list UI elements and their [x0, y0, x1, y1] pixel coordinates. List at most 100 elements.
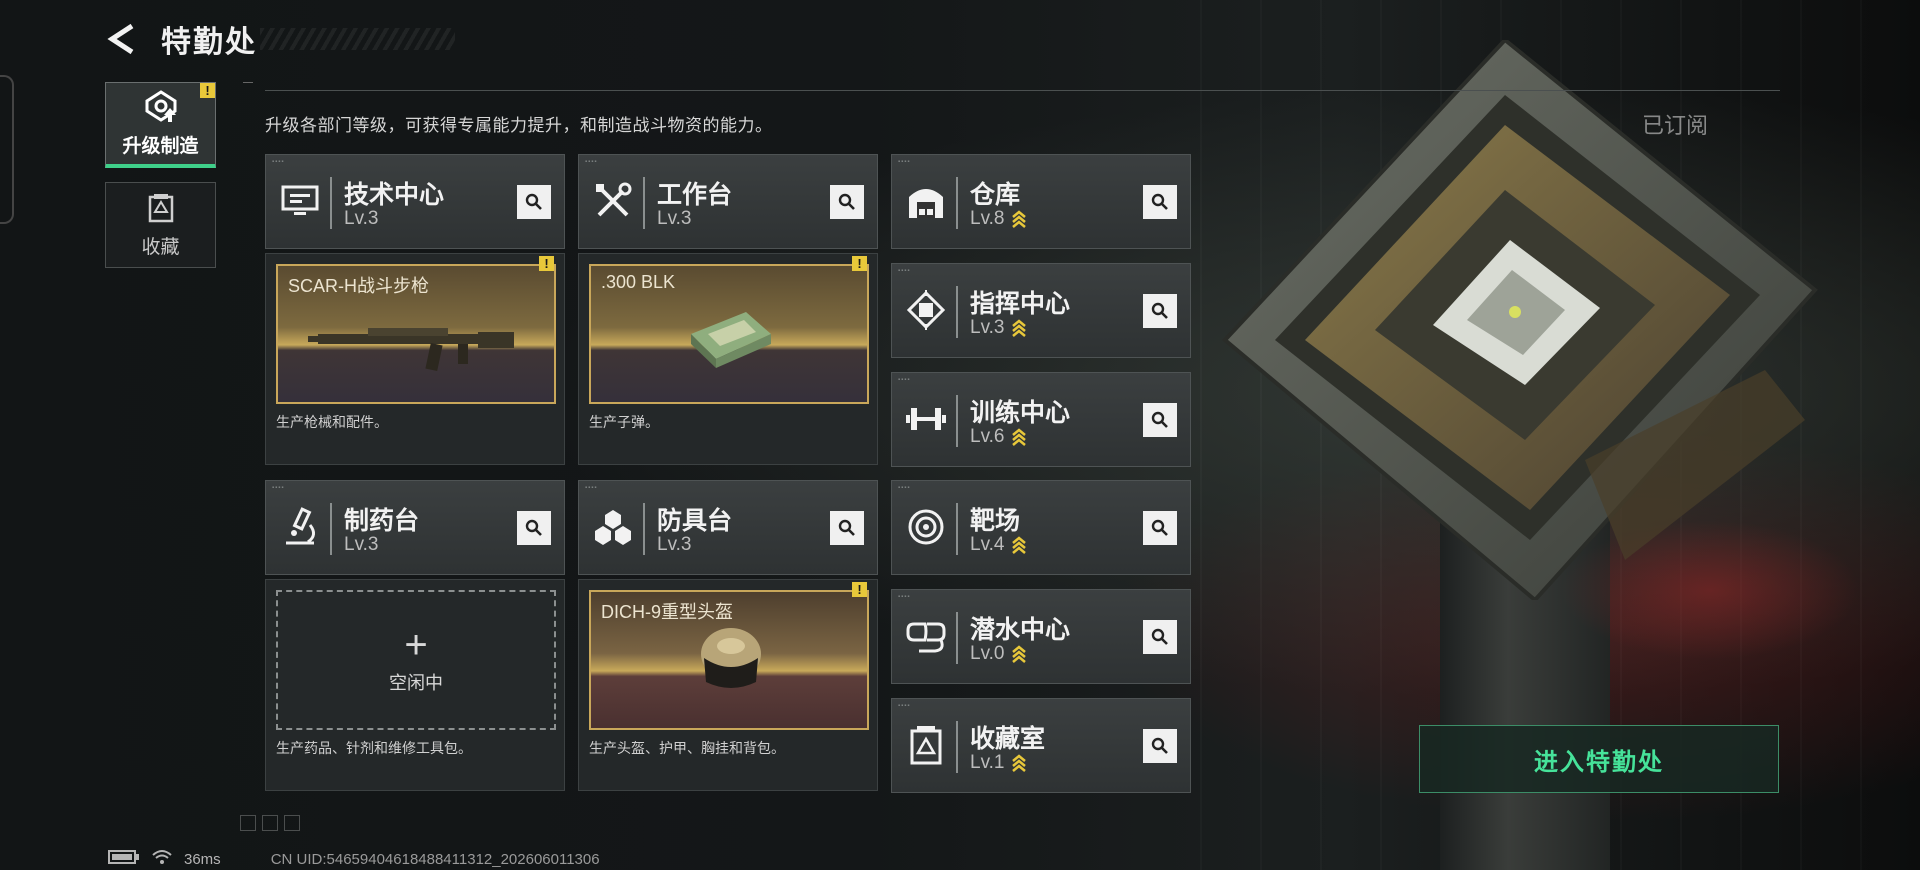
- dept-level: Lv.3: [344, 208, 379, 229]
- production-slot[interactable]: SCAR-H战斗步枪: [276, 264, 556, 404]
- dept-card-armor-bench[interactable]: ▪▪▪▪ 防具台 Lv.3: [578, 480, 878, 575]
- dept-level: Lv.8: [970, 208, 1027, 230]
- production-panel-pharmacy[interactable]: + 空闲中 生产药品、针剂和维修工具包。: [265, 579, 565, 791]
- dept-level: Lv.3: [970, 317, 1027, 339]
- search-button[interactable]: [1143, 294, 1177, 328]
- corner-mark: ▪▪▪▪: [272, 485, 285, 491]
- dept-card-pharmacy[interactable]: ▪▪▪▪ 制药台 Lv.3: [265, 480, 565, 575]
- search-icon: [1151, 519, 1168, 536]
- upgrade-chevron-icon: [1011, 536, 1026, 554]
- edge-handle[interactable]: [0, 75, 14, 224]
- dept-card-workbench[interactable]: ▪▪▪▪ 工作台 Lv.3: [578, 154, 878, 249]
- search-button[interactable]: [830, 511, 864, 545]
- dept-level: Lv.6: [970, 426, 1027, 448]
- side-tab-label: 升级制造: [122, 136, 199, 157]
- enter-hq-button[interactable]: 进入特勤处: [1419, 725, 1779, 793]
- subscribed-label: 已订阅: [1642, 113, 1709, 138]
- tools-icon: [591, 179, 635, 223]
- production-panel-workbench[interactable]: .300 BLK ! 生产子弹。: [578, 253, 878, 465]
- idle-production-slot[interactable]: + 空闲中: [276, 590, 556, 730]
- production-slot[interactable]: .300 BLK: [589, 264, 869, 404]
- upgrade-chevron-icon: [1011, 319, 1026, 337]
- dept-name: 指挥中心: [970, 290, 1071, 318]
- search-button[interactable]: [1143, 729, 1177, 763]
- dept-level: Lv.3: [657, 534, 692, 555]
- level-text: Lv.4: [970, 534, 1005, 555]
- production-slot[interactable]: DICH-9重型头盔: [589, 590, 869, 730]
- wifi-icon: [152, 849, 172, 869]
- search-icon: [838, 519, 855, 536]
- search-button[interactable]: [517, 511, 551, 545]
- rule-tick: [243, 82, 253, 83]
- dept-card-shooting-range[interactable]: ▪▪▪▪ 靶场 Lv.4: [891, 480, 1191, 575]
- warning-badge: !: [852, 256, 867, 271]
- production-item-name: .300 BLK: [601, 272, 676, 292]
- level-text: Lv.0: [970, 643, 1005, 664]
- search-button[interactable]: [517, 185, 551, 219]
- corner-mark: ▪▪▪▪: [898, 485, 911, 491]
- production-description: 生产头盔、护甲、胸挂和背包。: [589, 740, 785, 756]
- separator: [956, 286, 958, 338]
- corner-mark: ▪▪▪▪: [585, 159, 598, 165]
- search-button[interactable]: [1143, 185, 1177, 219]
- top-divider: [265, 90, 1780, 91]
- armor-cubes-icon: [591, 505, 635, 549]
- separator: [643, 503, 645, 555]
- production-panel-tech-center[interactable]: SCAR-H战斗步枪 ! 生产枪械和配件。: [265, 253, 565, 465]
- dept-card-warehouse[interactable]: ▪▪▪▪ 仓库 Lv.8: [891, 154, 1191, 249]
- production-panel-armor-bench[interactable]: DICH-9重型头盔 ! 生产头盔、护甲、胸挂和背包。: [578, 579, 878, 791]
- dept-card-tech-center[interactable]: ▪▪▪▪ 技术中心 Lv.3: [265, 154, 565, 249]
- production-description: 生产枪械和配件。: [276, 414, 388, 430]
- dept-name: 潜水中心: [970, 616, 1071, 644]
- ammo-box-image: [691, 312, 771, 368]
- dept-name: 训练中心: [970, 399, 1071, 427]
- search-icon: [1151, 737, 1168, 754]
- search-icon: [525, 519, 542, 536]
- dept-card-training-center[interactable]: ▪▪▪▪ 训练中心 Lv.6: [891, 372, 1191, 467]
- dept-name: 收藏室: [970, 725, 1046, 753]
- search-button[interactable]: [1143, 403, 1177, 437]
- dept-name: 制药台: [344, 507, 420, 535]
- production-description: 生产子弹。: [589, 414, 659, 430]
- dept-card-command-center[interactable]: ▪▪▪▪ 指挥中心 Lv.3: [891, 263, 1191, 358]
- warning-badge: !: [200, 83, 215, 98]
- separator: [643, 177, 645, 229]
- side-tab-upgrade-craft[interactable]: ! 升级制造: [105, 82, 216, 168]
- corner-mark: ▪▪▪▪: [898, 159, 911, 165]
- corner-mark: ▪▪▪▪: [898, 594, 911, 600]
- search-button[interactable]: [830, 185, 864, 219]
- dept-card-collection-room[interactable]: ▪▪▪▪ 收藏室 Lv.1: [891, 698, 1191, 793]
- header: 特勤处: [105, 18, 257, 60]
- search-icon: [1151, 193, 1168, 210]
- dept-card-diving-center[interactable]: ▪▪▪▪ 潜水中心 Lv.0: [891, 589, 1191, 684]
- level-text: Lv.8: [970, 208, 1005, 229]
- plus-icon: +: [404, 623, 428, 667]
- level-text: Lv.1: [970, 752, 1005, 773]
- collection-icon: [904, 723, 948, 767]
- upgrade-chevron-icon: [1011, 428, 1026, 446]
- level-text: Lv.3: [970, 317, 1005, 338]
- dept-name: 仓库: [970, 181, 1021, 209]
- corner-mark: ▪▪▪▪: [272, 159, 285, 165]
- dept-level: Lv.0: [970, 643, 1027, 665]
- back-arrow-icon[interactable]: [105, 22, 139, 56]
- hq-cube-illustration: [1222, 40, 1818, 600]
- level-text: Lv.6: [970, 426, 1005, 447]
- computer-icon: [278, 179, 322, 223]
- helmet-image: [701, 628, 761, 688]
- search-button[interactable]: [1143, 620, 1177, 654]
- dept-level: Lv.4: [970, 534, 1027, 556]
- dept-name: 靶场: [970, 507, 1021, 535]
- separator: [956, 503, 958, 555]
- dept-name: 防具台: [657, 507, 733, 535]
- production-item-name: SCAR-H战斗步枪: [288, 276, 430, 296]
- search-icon: [1151, 628, 1168, 645]
- upgrade-chevron-icon: [1011, 645, 1026, 663]
- side-tab-collection[interactable]: 收藏: [105, 182, 216, 268]
- search-button[interactable]: [1143, 511, 1177, 545]
- production-item-name: DICH-9重型头盔: [601, 602, 734, 622]
- search-icon: [525, 193, 542, 210]
- warehouse-icon: [904, 179, 948, 223]
- warning-badge: !: [852, 582, 867, 597]
- dept-name: 技术中心: [344, 181, 445, 209]
